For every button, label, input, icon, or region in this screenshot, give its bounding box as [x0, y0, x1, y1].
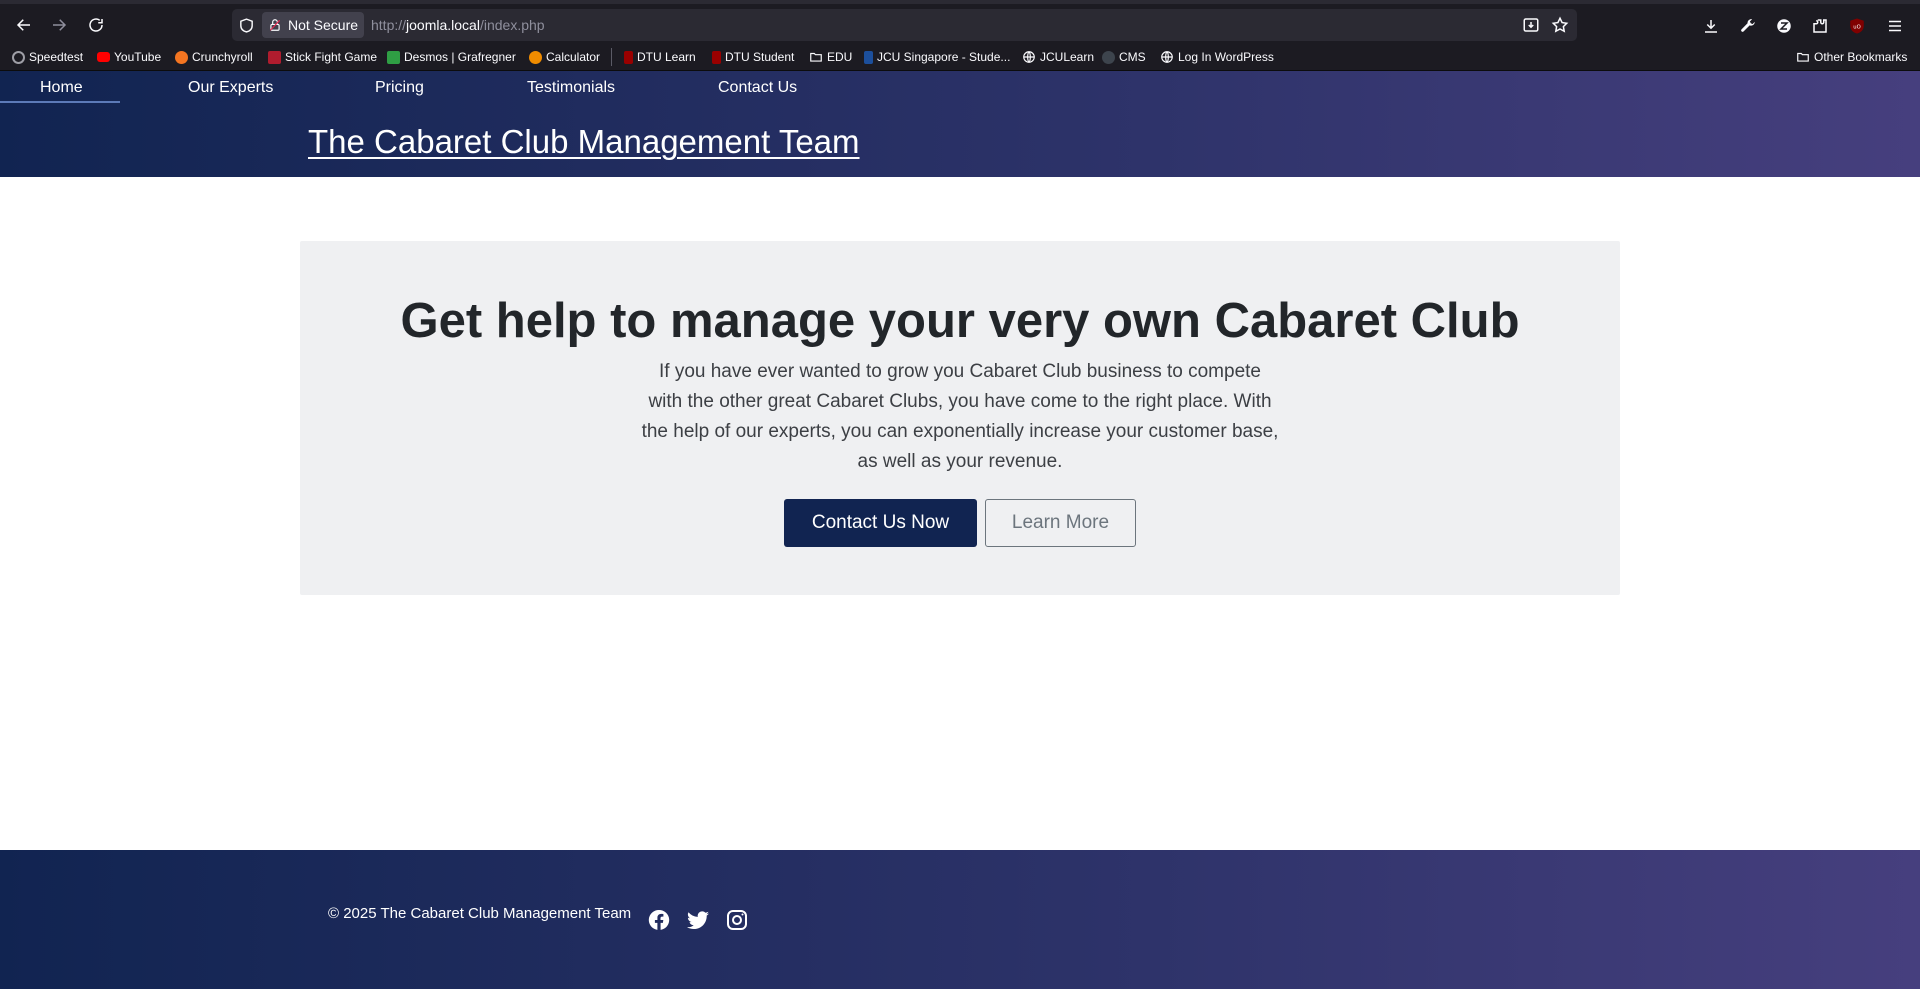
contact-us-now-button[interactable]: Contact Us Now [784, 499, 977, 547]
bookmark-crunchyroll[interactable]: Crunchyroll [175, 49, 253, 65]
bookmark-wordpress[interactable]: Log In WordPress [1160, 49, 1274, 65]
folder-icon [1796, 50, 1810, 64]
lock-icon [268, 18, 282, 32]
instagram-icon[interactable] [725, 908, 749, 932]
bookmark-label: Stick Fight Game [285, 50, 378, 64]
downloads-icon[interactable] [1701, 16, 1721, 36]
nav-item-testimonials[interactable]: Testimonials [527, 79, 615, 97]
url-prefix: http:// [371, 17, 407, 33]
bookmark-label: Speedtest [29, 50, 84, 64]
extensions-icon[interactable] [1810, 16, 1830, 36]
active-nav-indicator [0, 101, 120, 103]
bookmark-dtu-learn[interactable]: DTU Learn [624, 49, 696, 65]
url-text[interactable]: http://joomla.local/index.php [371, 17, 545, 33]
shield-icon[interactable] [238, 17, 255, 34]
star-icon[interactable] [1551, 16, 1569, 34]
folder-icon [809, 50, 823, 64]
bookmark-folder-edu[interactable]: EDU [809, 49, 852, 65]
url-host: joomla.local [406, 17, 480, 33]
bookmark-label: Calculator [546, 50, 601, 64]
ublock-icon[interactable]: uO [1847, 16, 1867, 36]
wrench-icon[interactable] [1738, 16, 1758, 36]
dtu-icon [712, 50, 721, 64]
url-path: /index.php [479, 17, 545, 33]
site-footer: © 2025 The Cabaret Club Management Team [0, 850, 1920, 989]
bookmark-stick-fight[interactable]: Stick Fight Game [268, 49, 377, 65]
bookmark-separator [611, 48, 612, 66]
calculator-icon [529, 50, 542, 64]
nav-item-pricing[interactable]: Pricing [375, 79, 424, 97]
nav-item-contact-us[interactable]: Contact Us [718, 79, 797, 97]
forward-icon[interactable] [48, 14, 70, 36]
bookmark-label: Log In WordPress [1178, 50, 1274, 64]
bookmark-label: DTU Learn [637, 50, 696, 64]
menu-icon[interactable] [1885, 16, 1905, 36]
hero-section: Get help to manage your very own Cabaret… [300, 241, 1620, 595]
desmos-icon [387, 50, 400, 64]
zotero-icon[interactable] [1774, 16, 1794, 36]
bookmark-label: DTU Student [725, 50, 795, 64]
hero-description: If you have ever wanted to grow you Caba… [641, 361, 1279, 472]
browser-toolbar: Not Secure http://joomla.local/index.php… [0, 0, 1920, 43]
site-header: Home Our Experts Pricing Testimonials Co… [0, 71, 1920, 177]
jcu-icon [864, 50, 873, 64]
twitter-icon[interactable] [686, 908, 710, 932]
bookmark-desmos[interactable]: Desmos | Grafregner [387, 49, 516, 65]
hero-heading: Get help to manage your very own Cabaret… [400, 294, 1520, 348]
not-secure-label: Not Secure [288, 17, 359, 33]
not-secure-badge[interactable]: Not Secure [262, 12, 364, 38]
globe-icon [1160, 50, 1174, 64]
github-icon [1102, 50, 1115, 64]
copyright-text: © 2025 The Cabaret Club Management Team [328, 905, 632, 922]
nav-item-our-experts[interactable]: Our Experts [188, 79, 273, 97]
bookmark-calculator[interactable]: Calculator [529, 49, 600, 65]
back-icon[interactable] [13, 14, 35, 36]
other-bookmarks-label: Other Bookmarks [1814, 50, 1908, 64]
bookmark-speedtest[interactable]: Speedtest [12, 49, 83, 65]
save-page-icon[interactable] [1522, 16, 1540, 34]
bookmark-label: JCU Singapore - Stude... [877, 50, 1011, 64]
other-bookmarks[interactable]: Other Bookmarks [1796, 49, 1907, 65]
stick-fight-icon [268, 50, 281, 64]
facebook-icon[interactable] [647, 908, 671, 932]
nav-item-home[interactable]: Home [40, 79, 83, 97]
dtu-icon [624, 50, 633, 64]
learn-more-button[interactable]: Learn More [985, 499, 1136, 547]
bookmark-jcu-singapore[interactable]: JCU Singapore - Stude... [864, 49, 1010, 65]
bookmark-cms[interactable]: CMS [1102, 49, 1146, 65]
bookmark-label: Desmos | Grafregner [404, 50, 516, 64]
bookmark-label: Crunchyroll [192, 50, 253, 64]
svg-text:uO: uO [1853, 24, 1860, 30]
bookmark-dtu-student[interactable]: DTU Student [712, 49, 794, 65]
reload-icon[interactable] [85, 14, 107, 36]
bookmark-youtube[interactable]: YouTube [97, 49, 161, 65]
crunchyroll-icon [175, 50, 188, 64]
bookmark-label: EDU [827, 50, 853, 64]
bookmark-jculearn[interactable]: JCULearn [1022, 49, 1094, 65]
bookmark-label: JCULearn [1040, 50, 1095, 64]
youtube-icon [97, 52, 110, 62]
bookmark-label: YouTube [114, 50, 162, 64]
speedtest-icon [12, 50, 25, 64]
bookmark-label: CMS [1119, 50, 1146, 64]
globe-icon [1022, 50, 1036, 64]
site-title[interactable]: The Cabaret Club Management Team [308, 123, 860, 161]
